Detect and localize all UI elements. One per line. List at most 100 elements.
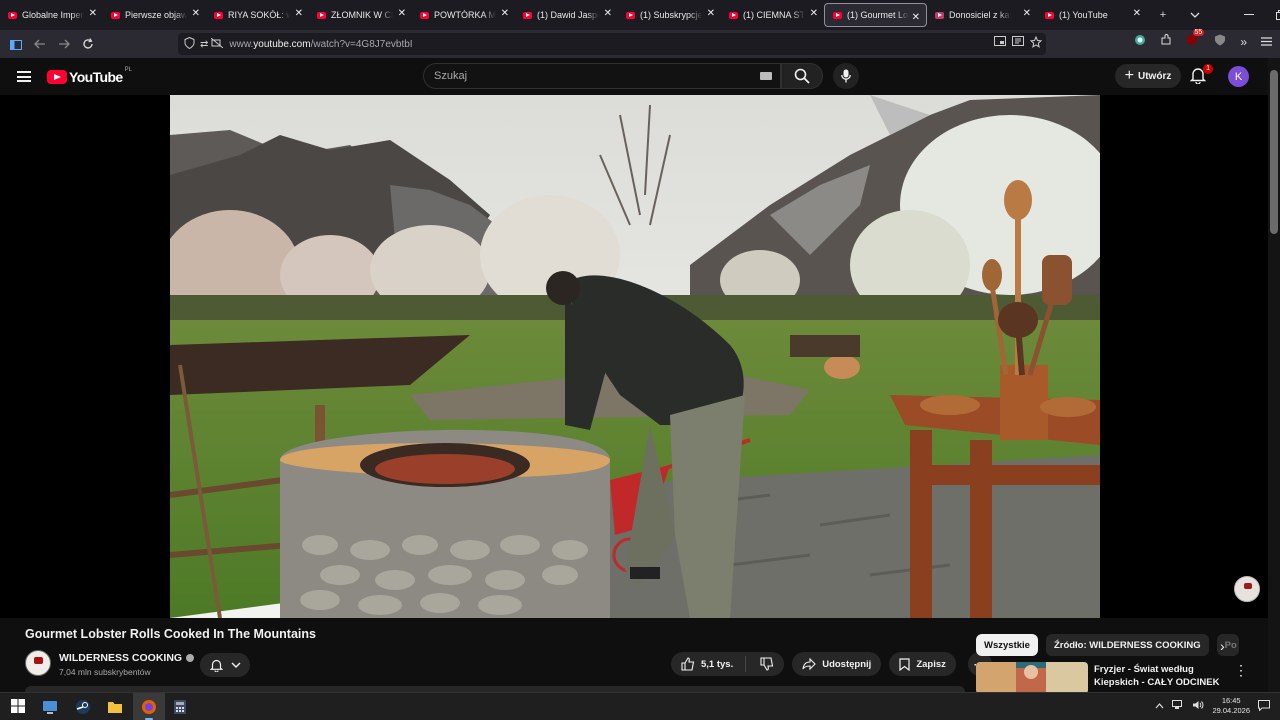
video-player[interactable] — [170, 95, 1100, 618]
more-tools-icon[interactable]: » — [1240, 35, 1247, 49]
list-tabs-icon[interactable] — [1179, 0, 1211, 30]
dislike-button[interactable] — [752, 657, 774, 671]
youtube-icon — [523, 11, 532, 19]
tab-title: (1) Dawid Jasper W — [537, 10, 599, 20]
recommended-video-thumbnail[interactable] — [976, 662, 1088, 694]
restore-window-button[interactable] — [1265, 0, 1280, 30]
search-input[interactable]: Szukaj — [423, 63, 781, 89]
forward-arrow-icon[interactable] — [52, 32, 76, 56]
plus-icon: + — [1124, 67, 1134, 84]
bookmark-icon — [935, 11, 944, 19]
close-tab-icon[interactable]: ✕ — [1133, 8, 1141, 19]
browser-nav-bar: ⇄ www.youtube.com/watch?v=4G8J7evbtbI 55 — [0, 29, 1280, 58]
tab-title: (1) YouTube — [1059, 10, 1108, 20]
ublock-extension-icon[interactable]: 55 — [1186, 29, 1205, 49]
browser-tab[interactable]: Globalne Imperium ✕ — [0, 0, 103, 30]
back-arrow-icon[interactable] — [28, 32, 52, 56]
scrollbar-thumb[interactable] — [1270, 70, 1278, 234]
extensions-icon[interactable] — [1160, 34, 1172, 49]
video-frame — [170, 95, 1100, 618]
browser-tab[interactable]: POWTÓRKA MATU ✕ — [412, 0, 515, 30]
chip-all[interactable]: Wszystkie — [976, 634, 1038, 656]
reader-view-icon[interactable] — [1012, 36, 1024, 51]
close-tab-icon[interactable]: ✕ — [398, 8, 406, 19]
chevron-right-icon[interactable]: › — [1220, 638, 1225, 654]
create-button[interactable]: + Utwórz — [1115, 64, 1181, 88]
picture-in-picture-icon[interactable] — [994, 36, 1006, 51]
close-tab-icon[interactable]: ✕ — [295, 8, 303, 19]
youtube-icon — [317, 11, 326, 19]
close-tab-icon[interactable]: ✕ — [912, 12, 920, 23]
calculator-icon[interactable] — [172, 699, 188, 715]
bookmark-star-icon[interactable] — [1029, 35, 1043, 51]
browser-tab[interactable]: (1) Subskrypcje - Y ✕ — [618, 0, 721, 30]
steam-icon[interactable] — [75, 699, 91, 715]
close-tab-icon[interactable]: ✕ — [810, 8, 818, 19]
youtube-logo[interactable]: YouTube PL — [47, 67, 132, 85]
taskbar-clock[interactable]: 16:45 29.04.2026 — [1212, 696, 1250, 716]
file-explorer-icon[interactable] — [107, 699, 123, 715]
search-button[interactable] — [781, 63, 823, 89]
voice-search-button[interactable] — [833, 63, 859, 89]
channel-name[interactable]: WILDERNESS COOKING — [59, 652, 195, 664]
share-label: Udostępnij — [822, 658, 872, 670]
recommended-more-icon[interactable]: ⋮ — [1234, 662, 1248, 679]
browser-tab[interactable]: (1) CIEMNA STROI ✕ — [721, 0, 824, 30]
browser-tab[interactable]: ZŁOMNIK W CHIN ✕ — [309, 0, 412, 30]
show-hidden-icons-icon[interactable] — [1155, 702, 1164, 711]
minimize-window-button[interactable] — [1233, 0, 1265, 30]
page-scrollbar[interactable] — [1268, 58, 1280, 692]
windows-start-icon[interactable] — [11, 699, 27, 715]
permissions-icon[interactable]: ⇄ — [200, 39, 208, 50]
app-menu-icon[interactable] — [1261, 35, 1272, 49]
chip-from-channel[interactable]: Źródło: WILDERNESS COOKING — [1045, 634, 1209, 656]
close-tab-icon[interactable]: ✕ — [89, 8, 97, 19]
new-tab-button[interactable]: + — [1147, 0, 1179, 30]
vpn-extension-icon[interactable] — [1134, 34, 1146, 49]
region-code: PL — [124, 67, 132, 73]
keyboard-icon[interactable] — [760, 72, 772, 80]
account-avatar[interactable]: K — [1228, 66, 1249, 87]
close-tab-icon[interactable]: ✕ — [501, 8, 509, 19]
search-icon — [794, 68, 810, 84]
close-tab-icon[interactable]: ✕ — [192, 8, 200, 19]
like-count: 5,1 tys. — [701, 658, 734, 670]
tab-title: (1) Gourmet Lobst — [847, 10, 909, 20]
notification-badge: 1 — [1203, 64, 1213, 74]
browser-tab[interactable]: (1) Gourmet Lobst✕ — [824, 3, 927, 27]
clock-time: 16:45 — [1221, 696, 1241, 705]
monitor-app-icon[interactable] — [42, 699, 58, 715]
notification-center-icon[interactable] — [1258, 699, 1270, 713]
channel-avatar[interactable] — [25, 650, 51, 676]
tab-title: POWTÓRKA MATU — [434, 10, 496, 20]
camera-blocked-icon[interactable] — [211, 37, 224, 51]
save-button[interactable]: Zapisz — [889, 652, 956, 676]
url-text[interactable]: www.youtube.com/watch?v=4G8J7evbtbI — [229, 39, 412, 50]
youtube-logo-text: YouTube — [69, 69, 123, 85]
tab-title: (1) Subskrypcje - Y — [640, 10, 702, 20]
thumbs-down-icon — [760, 657, 774, 671]
share-button[interactable]: Udostępnij — [792, 652, 882, 676]
shield-icon[interactable] — [184, 36, 195, 52]
guide-menu-icon[interactable] — [17, 71, 31, 82]
close-tab-icon[interactable]: ✕ — [1023, 8, 1031, 19]
browser-tab[interactable]: Donosiciel z kame ✕ — [927, 0, 1037, 30]
subscription-bell-button[interactable] — [200, 653, 250, 677]
notifications-button[interactable]: 1 — [1189, 64, 1213, 86]
browser-tab[interactable]: RIYA SOKÓŁ: wywi ✕ — [206, 0, 309, 30]
like-button[interactable]: 5,1 tys. — [681, 656, 747, 672]
privacy-extension-icon[interactable] — [1214, 34, 1226, 49]
youtube-icon — [729, 11, 738, 19]
close-tab-icon[interactable]: ✕ — [604, 8, 612, 19]
sidebar-toggle-icon[interactable] — [4, 32, 28, 56]
channel-watermark[interactable] — [1234, 576, 1260, 602]
browser-tab[interactable]: (1) YouTube ✕ — [1037, 0, 1147, 30]
browser-tab[interactable]: (1) Dawid Jasper W ✕ — [515, 0, 618, 30]
reload-icon[interactable] — [76, 32, 100, 56]
volume-icon[interactable] — [1192, 700, 1204, 712]
close-tab-icon[interactable]: ✕ — [707, 8, 715, 19]
address-bar[interactable]: ⇄ www.youtube.com/watch?v=4G8J7evbtbI — [178, 33, 1046, 55]
youtube-icon — [1045, 11, 1054, 19]
browser-tab[interactable]: Pierwsze objawy R ✕ — [103, 0, 206, 30]
network-icon[interactable] — [1172, 700, 1184, 712]
